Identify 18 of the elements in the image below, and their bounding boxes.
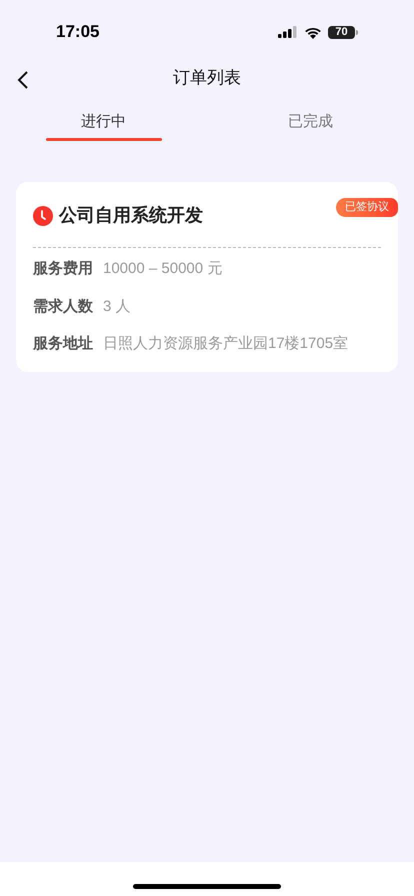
order-title: 公司自用系统开发 <box>59 204 203 227</box>
status-time: 17:05 <box>56 21 100 44</box>
page-title: 订单列表 <box>173 67 241 90</box>
signal-icon <box>278 26 298 38</box>
battery-indicator: 70 <box>328 26 358 38</box>
field-value: 10000 – 50000 元 <box>103 259 222 279</box>
tab[interactable]: 已完成 <box>207 100 414 144</box>
field-value: 日照人力资源服务产业园17楼1705室 <box>103 334 348 354</box>
back-icon <box>16 70 30 90</box>
order-card[interactable]: 公司自用系统开发 已签协议 服务费用 10000 – 50000 元 需求人数 3 人 服务地址 日照人力资源服务产业园17楼1705室 <box>16 182 398 372</box>
field-label: 服务地址 <box>33 334 93 354</box>
wifi-icon <box>304 26 322 38</box>
clock-icon <box>33 206 53 226</box>
tab[interactable]: 进行中 <box>0 100 207 144</box>
field-label: 服务费用 <box>33 259 93 279</box>
field-value: 3 人 <box>103 296 131 316</box>
field-label: 需求人数 <box>33 296 93 316</box>
status-badge: 已签协议 <box>336 198 398 216</box>
